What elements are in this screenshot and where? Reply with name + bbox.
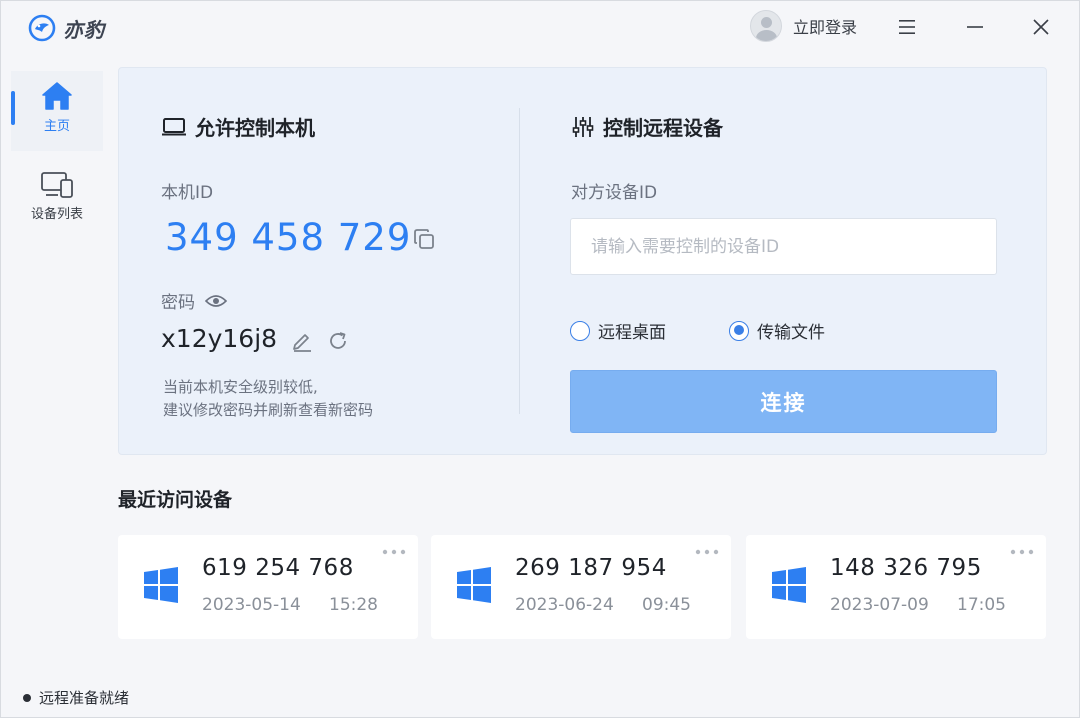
more-options-icon[interactable] — [1010, 549, 1034, 555]
allow-control-title-text: 允许控制本机 — [195, 116, 315, 140]
login-button[interactable]: 立即登录 — [750, 10, 857, 42]
edit-icon — [293, 334, 311, 352]
title-bar: 亦豹 立即登录 — [1, 1, 1080, 57]
local-id-label: 本机ID — [161, 183, 214, 203]
menu-button[interactable] — [893, 15, 921, 39]
radio-label: 传输文件 — [757, 323, 825, 343]
recent-device-date: 2023-06-24 — [515, 595, 614, 615]
sliders-icon — [572, 116, 594, 137]
local-device-id: 349 458 729 — [165, 216, 412, 259]
leopard-logo-icon — [28, 14, 56, 42]
home-icon — [42, 82, 72, 110]
app-name: 亦豹 — [63, 17, 105, 42]
recent-devices-title: 最近访问设备 — [118, 489, 233, 511]
radio-indicator — [729, 320, 749, 341]
recent-device-id: 619 254 768 — [202, 555, 354, 581]
radio-indicator — [570, 320, 590, 341]
allow-control-title: 允许控制本机 — [161, 112, 315, 141]
show-password-button[interactable] — [205, 293, 227, 309]
security-warning-line2: 建议修改密码并刷新查看新密码 — [163, 401, 374, 419]
recent-device-card[interactable]: 148 326 795 2023-07-09 17:05 — [746, 535, 1046, 639]
password-label-row: 密码 — [161, 288, 227, 313]
sidebar-active-indicator — [11, 91, 15, 125]
control-remote-title-text: 控制远程设备 — [603, 116, 723, 140]
sidebar-item-label: 设备列表 — [30, 207, 83, 222]
more-options-icon[interactable] — [695, 549, 719, 555]
recent-device-time: 17:05 — [957, 595, 1006, 615]
avatar — [750, 10, 782, 42]
sidebar-item-label: 主页 — [43, 119, 70, 134]
minimize-button[interactable] — [961, 15, 989, 39]
remote-id-label: 对方设备ID — [571, 183, 658, 203]
login-label: 立即登录 — [793, 18, 858, 37]
refresh-password-button[interactable] — [327, 330, 349, 356]
connection-panel: 允许控制本机 本机ID 349 458 729 密码 x12y16j8 当前本机… — [118, 67, 1047, 455]
minimize-icon — [967, 26, 983, 28]
control-remote-title: 控制远程设备 — [571, 112, 723, 141]
security-warning: 当前本机安全级别较低, 建议修改密码并刷新查看新密码 — [163, 376, 373, 422]
status-bar: 远程准备就绪 — [23, 687, 129, 708]
hamburger-menu-icon — [899, 20, 915, 34]
radio-file-transfer[interactable]: 传输文件 — [729, 318, 825, 343]
radio-label: 远程桌面 — [598, 323, 666, 343]
refresh-icon — [330, 332, 346, 349]
sidebar-item-home[interactable]: 主页 — [11, 71, 103, 151]
close-icon — [1033, 19, 1049, 35]
recent-device-card[interactable]: 619 254 768 2023-05-14 15:28 — [118, 535, 418, 639]
copy-id-button[interactable] — [413, 228, 435, 254]
devices-icon — [41, 172, 73, 198]
eye-icon — [205, 294, 227, 307]
windows-icon — [772, 567, 806, 603]
laptop-icon — [162, 117, 186, 135]
recent-device-id: 148 326 795 — [830, 555, 982, 581]
sidebar-item-devices[interactable]: 设备列表 — [11, 161, 103, 241]
windows-icon — [457, 567, 491, 603]
status-dot-icon — [23, 693, 31, 702]
password-label: 密码 — [161, 293, 195, 313]
connect-button[interactable]: 连接 — [570, 370, 997, 433]
security-warning-line1: 当前本机安全级别较低, — [163, 378, 318, 396]
status-text: 远程准备就绪 — [39, 689, 130, 707]
recent-device-time: 09:45 — [642, 595, 691, 615]
recent-device-card[interactable]: 269 187 954 2023-06-24 09:45 — [431, 535, 731, 639]
app-window: 亦豹 立即登录 主页 设备列表 允许控制本机 本机ID 349 458 729 … — [0, 0, 1080, 718]
app-logo: 亦豹 — [27, 13, 105, 43]
recent-device-id: 269 187 954 — [515, 555, 667, 581]
close-button[interactable] — [1027, 15, 1055, 39]
copy-icon — [414, 229, 434, 249]
remote-id-input[interactable] — [570, 218, 997, 275]
recent-device-date: 2023-05-14 — [202, 595, 301, 615]
more-options-icon[interactable] — [382, 549, 406, 555]
panel-divider — [519, 108, 520, 414]
recent-device-time: 15:28 — [329, 595, 378, 615]
windows-icon — [144, 567, 178, 603]
recent-device-date: 2023-07-09 — [830, 595, 929, 615]
local-password: x12y16j8 — [161, 324, 278, 353]
edit-password-button[interactable] — [291, 330, 313, 356]
radio-remote-desktop[interactable]: 远程桌面 — [570, 318, 666, 343]
